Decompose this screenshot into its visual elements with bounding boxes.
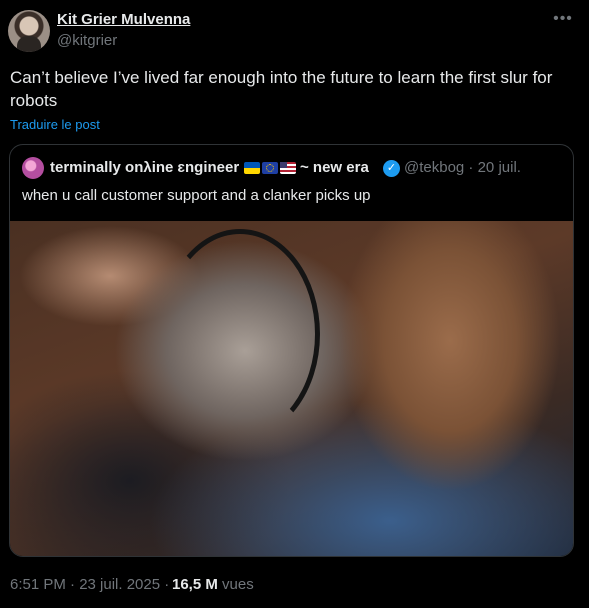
quoted-tweet-text: when u call customer support and a clank… [22,187,371,204]
quoted-author-name-suffix[interactable]: ~ new era [300,159,369,176]
quoted-author-avatar[interactable] [22,157,44,179]
headset-shape [160,229,320,439]
post-timestamp[interactable]: 6:51 PM · 23 juil. 2025 · [10,576,169,593]
eu-flag-icon [262,162,278,174]
author-avatar[interactable] [8,10,50,52]
more-horizontal-icon[interactable]: ••• [552,11,574,30]
translate-post-link[interactable]: Traduire le post [10,117,100,132]
quoted-media-image[interactable] [10,221,573,556]
us-flag-icon [280,162,296,174]
views-count: 16,5 M [172,576,218,593]
quoted-tweet-card[interactable]: terminally onλine ɛngineer ~ new era ✓ @… [9,144,574,557]
quoted-handle-date[interactable]: @tekbog · 20 juil. [404,159,521,176]
verified-badge-icon[interactable]: ✓ [383,160,400,177]
views-label: vues [222,576,254,593]
author-name[interactable]: Kit Grier Mulvenna [57,11,190,28]
post-views[interactable]: 16,5 M vues [172,576,254,593]
author-handle[interactable]: @kitgrier [57,32,117,49]
quoted-author-name[interactable]: terminally onλine ɛngineer [50,159,239,176]
ukraine-flag-icon [244,162,260,174]
flag-emoji-group [244,162,296,175]
tweet-text: Can’t believe I’ve lived far enough into… [10,68,553,110]
